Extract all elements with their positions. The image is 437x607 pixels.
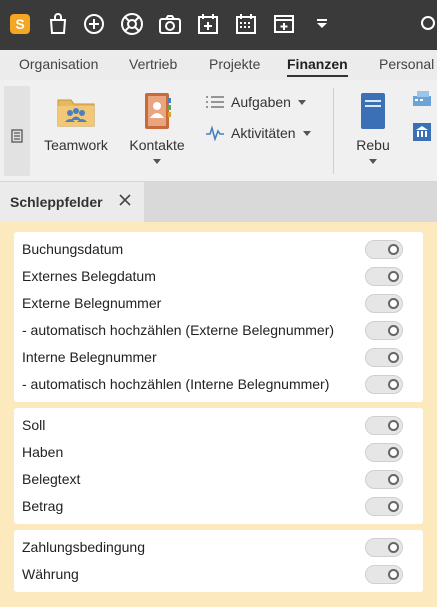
- task-list-icon: [206, 96, 224, 108]
- svg-text:S: S: [15, 16, 24, 32]
- field-label: Haben: [22, 444, 64, 460]
- field-row: Haben: [14, 439, 423, 466]
- toggle-knob: [388, 325, 399, 336]
- aufgaben-dropdown-icon[interactable]: [297, 99, 306, 105]
- field-toggle[interactable]: [365, 497, 403, 516]
- toggle-knob: [388, 501, 399, 512]
- app-logo-icon[interactable]: S: [6, 10, 34, 38]
- field-row: - automatisch hochzählen (Externe Belegn…: [14, 317, 423, 344]
- cash-register-icon[interactable]: [411, 90, 433, 108]
- teamwork-button[interactable]: Teamwork: [40, 94, 112, 153]
- search-icon[interactable]: [414, 10, 437, 38]
- plus-circle-icon[interactable]: [80, 10, 108, 38]
- calendar-grid-icon[interactable]: [232, 10, 260, 38]
- field-toggle[interactable]: [365, 294, 403, 313]
- rebu-dropdown-icon[interactable]: [369, 159, 377, 164]
- toggle-knob: [388, 352, 399, 363]
- panel-tab-schleppfelder[interactable]: Schleppfelder: [0, 182, 144, 222]
- calendar-add-icon[interactable]: [194, 10, 222, 38]
- field-label: Buchungsdatum: [22, 241, 124, 257]
- field-toggle[interactable]: [365, 267, 403, 286]
- field-label: - automatisch hochzählen (Externe Belegn…: [22, 322, 335, 338]
- tab-projekte[interactable]: Projekte: [209, 56, 260, 72]
- tab-vertrieb[interactable]: Vertrieb: [129, 56, 177, 72]
- field-row: Interne Belegnummer: [14, 344, 423, 371]
- field-label: Belegtext: [22, 471, 81, 487]
- close-icon[interactable]: [118, 192, 134, 210]
- toggle-knob: [388, 447, 399, 458]
- shopping-bag-icon[interactable]: [44, 10, 72, 38]
- bank-icon[interactable]: [412, 122, 432, 142]
- field-label: - automatisch hochzählen (Interne Belegn…: [22, 376, 330, 392]
- field-group: Buchungsdatum Externes Belegdatum Externe …: [14, 232, 423, 402]
- aktivitaeten-button[interactable]: Aktivitäten: [205, 125, 311, 141]
- field-toggle[interactable]: [365, 240, 403, 259]
- tab-finanzen[interactable]: Finanzen: [287, 56, 348, 77]
- field-toggle[interactable]: [365, 416, 403, 435]
- camera-icon[interactable]: [156, 10, 184, 38]
- aktivitaeten-label: Aktivitäten: [231, 125, 296, 141]
- field-toggle[interactable]: [365, 538, 403, 557]
- list-icon: [11, 129, 23, 143]
- tab-personal[interactable]: Personal: [379, 56, 434, 72]
- fields-panel: Buchungsdatum Externes Belegdatum Externe …: [0, 222, 437, 607]
- top-toolbar: S: [0, 0, 437, 50]
- field-group: Zahlungsbedingung Währung: [14, 530, 423, 592]
- contacts-book-icon: [145, 93, 171, 129]
- main-nav-tabs: Organisation Vertrieb Projekte Finanzen …: [0, 50, 437, 80]
- toggle-knob: [388, 420, 399, 431]
- toggle-knob: [388, 379, 399, 390]
- field-row: Buchungsdatum: [14, 236, 423, 263]
- kontakte-dropdown-icon[interactable]: [153, 159, 161, 164]
- field-row: Soll: [14, 412, 423, 439]
- field-label: Währung: [22, 566, 79, 582]
- field-toggle[interactable]: [365, 375, 403, 394]
- aufgaben-button[interactable]: Aufgaben: [205, 94, 306, 110]
- ledger-book-icon: [361, 93, 385, 129]
- field-toggle[interactable]: [365, 443, 403, 462]
- rebu-button[interactable]: Rebu: [350, 92, 396, 164]
- field-label: Externes Belegdatum: [22, 268, 156, 284]
- field-toggle[interactable]: [365, 321, 403, 340]
- activity-pulse-icon: [206, 125, 224, 141]
- lifebuoy-icon[interactable]: [118, 10, 146, 38]
- toggle-knob: [388, 474, 399, 485]
- field-row: Währung: [14, 561, 423, 588]
- toggle-knob: [388, 298, 399, 309]
- field-row: Zahlungsbedingung: [14, 534, 423, 561]
- field-toggle[interactable]: [365, 470, 403, 489]
- field-row: Externe Belegnummer: [14, 290, 423, 317]
- field-label: Betrag: [22, 498, 64, 514]
- kontakte-label: Kontakte: [129, 137, 185, 153]
- field-label: Soll: [22, 417, 46, 433]
- field-group: Soll Haben Belegtext Betrag: [14, 408, 423, 524]
- tab-organisation[interactable]: Organisation: [19, 56, 98, 72]
- field-row: - automatisch hochzählen (Interne Belegn…: [14, 371, 423, 398]
- field-toggle[interactable]: [365, 348, 403, 367]
- panel-title: Schleppfelder: [10, 194, 103, 210]
- field-label: Interne Belegnummer: [22, 349, 157, 365]
- panel-tab-strip: Schleppfelder: [0, 182, 437, 222]
- window-add-icon[interactable]: [270, 10, 298, 38]
- field-label: Externe Belegnummer: [22, 295, 162, 311]
- teamwork-label: Teamwork: [44, 137, 108, 153]
- field-row: Externes Belegdatum: [14, 263, 423, 290]
- ribbon-separator: [333, 88, 334, 174]
- kontakte-button[interactable]: Kontakte: [124, 92, 190, 164]
- rebu-label: Rebu: [356, 137, 390, 153]
- field-row: Betrag: [14, 493, 423, 520]
- toggle-knob: [388, 244, 399, 255]
- teamwork-folder-icon: [57, 99, 95, 127]
- toggle-knob: [388, 569, 399, 580]
- ribbon-collapse-strip[interactable]: [4, 86, 30, 176]
- field-row: Belegtext: [14, 466, 423, 493]
- field-toggle[interactable]: [365, 565, 403, 584]
- toggle-knob: [388, 271, 399, 282]
- aufgaben-label: Aufgaben: [231, 94, 291, 110]
- field-label: Zahlungsbedingung: [22, 539, 145, 555]
- toggle-knob: [388, 542, 399, 553]
- dropdown-icon[interactable]: [308, 10, 336, 38]
- aktivitaeten-dropdown-icon[interactable]: [302, 130, 311, 136]
- ribbon: Teamwork Kontakte Aufgaben Aktivitäten R…: [0, 80, 437, 182]
